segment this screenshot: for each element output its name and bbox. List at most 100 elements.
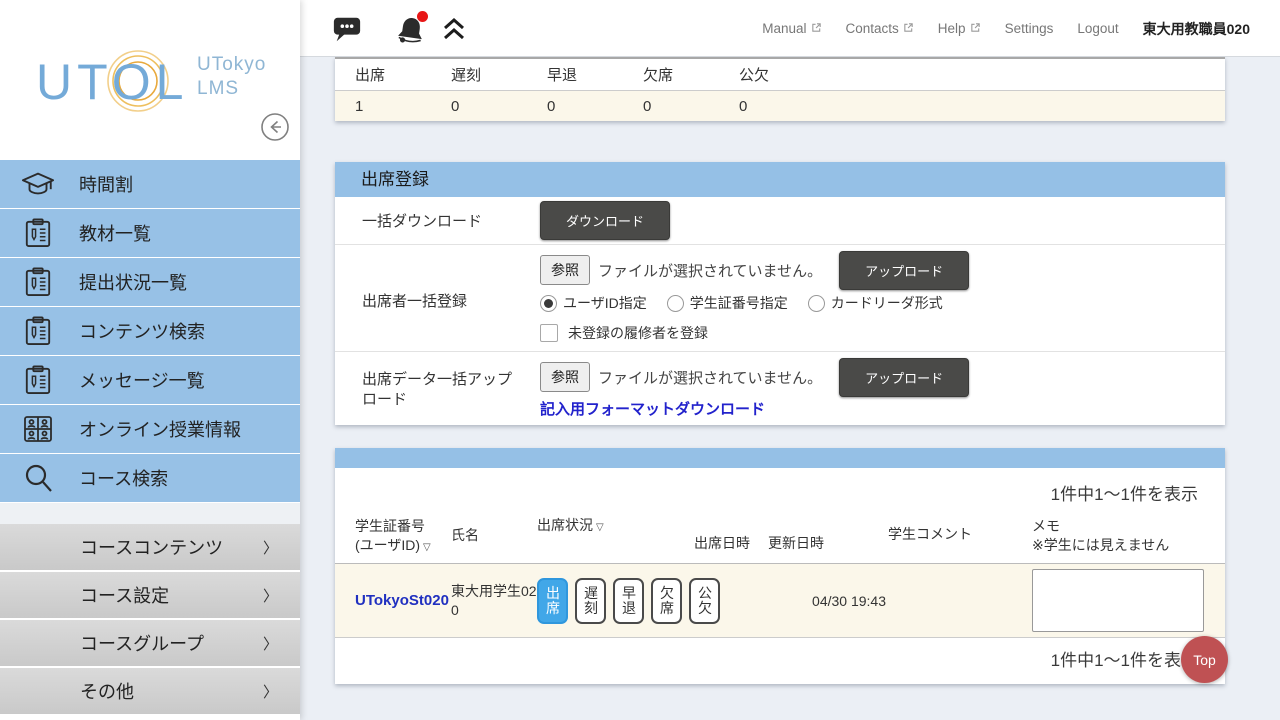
- bell-icon: [395, 34, 427, 49]
- sidebar-item-label: その他: [80, 678, 134, 704]
- messages-button[interactable]: [332, 14, 362, 47]
- status-button-group: 出席 遅刻 早退 欠席 公欠: [537, 578, 694, 624]
- browse-button[interactable]: 参照: [540, 255, 590, 285]
- memo-input[interactable]: [1032, 569, 1204, 632]
- no-file-selected-text: ファイルが選択されていません。: [598, 367, 822, 388]
- bulk-download-label: 一括ダウンロード: [335, 210, 540, 231]
- register-unregistered-label: 未登録の履修者を登録: [568, 323, 708, 343]
- student-name: 東大用学生020: [451, 582, 537, 618]
- column-update-time: 更新日時: [768, 534, 888, 553]
- radio-card-reader-label: カードリーダ形式: [831, 293, 943, 313]
- notification-badge: [417, 11, 428, 22]
- status-early-leave-button[interactable]: 早退: [613, 578, 644, 624]
- sidebar-item-content-search[interactable]: コンテンツ検索: [0, 307, 300, 356]
- summary-header-present: 出席: [335, 64, 431, 85]
- logout-link[interactable]: Logout: [1077, 21, 1118, 36]
- sidebar-item-others[interactable]: その他 〉: [0, 668, 300, 716]
- sidebar-item-online-class-info[interactable]: オンライン授業情報: [0, 405, 300, 454]
- sidebar-item-label: コースコンテンツ: [80, 534, 223, 560]
- summary-value-row: 1 0 0 0 0: [335, 90, 1225, 121]
- status-excused-button[interactable]: 公欠: [689, 578, 720, 624]
- column-status[interactable]: 出席状況▽: [537, 516, 694, 535]
- data-bulk-upload-row: 出席データ一括アップロード 参照 ファイルが選択されていません。 アップロード …: [335, 352, 1225, 425]
- graduation-cap-icon: [21, 169, 55, 199]
- radio-user-id[interactable]: [540, 295, 557, 312]
- sidebar-item-label: オンライン授業情報: [79, 416, 241, 442]
- username-label: 東大用教職員020: [1143, 19, 1250, 39]
- topbar-links: Manual Contacts Help Se: [762, 0, 1250, 57]
- sidebar-item-label: 教材一覧: [79, 220, 151, 246]
- sidebar-collapse-button[interactable]: [260, 112, 290, 142]
- sidebar-item-materials[interactable]: 教材一覧: [0, 209, 300, 258]
- collapse-header-button[interactable]: [441, 17, 467, 44]
- attendee-bulk-register-row: 出席者一括登録 参照 ファイルが選択されていません。 アップロード ユーザID指…: [335, 245, 1225, 352]
- table-header-bar: [335, 448, 1225, 468]
- sidebar-item-course-group[interactable]: コースグループ 〉: [0, 620, 300, 668]
- status-present-button[interactable]: 出席: [537, 578, 568, 624]
- register-unregistered-checkbox[interactable]: [540, 324, 558, 342]
- sidebar-item-timetable[interactable]: 時間割: [0, 160, 300, 209]
- sidebar-divider: [0, 503, 300, 524]
- manual-link[interactable]: Manual: [762, 21, 821, 36]
- radio-student-number-label: 学生証番号指定: [690, 293, 788, 313]
- external-link-icon: [970, 21, 981, 36]
- speech-bubble-icon: [332, 32, 362, 47]
- summary-value-absent: 0: [623, 98, 719, 115]
- attendee-bulk-controls: 参照 ファイルが選択されていません。 アップロード ユーザID指定 学生証番号指…: [540, 253, 969, 347]
- topbar: Manual Contacts Help Se: [300, 0, 1280, 57]
- sidebar-item-submission-status[interactable]: 提出状況一覧: [0, 258, 300, 307]
- status-late-button[interactable]: 遅刻: [575, 578, 606, 624]
- settings-link[interactable]: Settings: [1005, 21, 1054, 36]
- help-link[interactable]: Help: [938, 21, 981, 36]
- bulk-download-row: 一括ダウンロード ダウンロード: [335, 197, 1225, 245]
- sidebar-item-course-search[interactable]: コース検索: [0, 454, 300, 503]
- result-count-top: 1件中1〜1件を表示: [335, 468, 1225, 502]
- sidebar-item-messages[interactable]: メッセージ一覧: [0, 356, 300, 405]
- utol-logo: UTOL: [32, 42, 222, 117]
- update-time-cell: 04/30 19:43: [768, 593, 888, 609]
- upload-button[interactable]: アップロード: [839, 358, 969, 397]
- contacts-link[interactable]: Contacts: [846, 21, 914, 36]
- scroll-to-top-button[interactable]: Top: [1181, 636, 1228, 683]
- clipboard-icon: [21, 267, 55, 297]
- sidebar-item-label: 提出状況一覧: [79, 269, 187, 295]
- sidebar-item-label: コンテンツ検索: [79, 318, 205, 344]
- summary-value-late: 0: [431, 98, 527, 115]
- notifications-button[interactable]: [395, 14, 427, 49]
- radio-card-reader[interactable]: [808, 295, 825, 312]
- sort-icon: ▽: [423, 542, 431, 553]
- summary-value-present: 1: [335, 98, 431, 115]
- table-row: UTokyoSt020 東大用学生020 出席 遅刻 早退 欠席 公欠 04/3…: [335, 563, 1225, 638]
- data-bulk-upload-controls: 参照 ファイルが選択されていません。 アップロード 記入用フォーマットダウンロー…: [540, 360, 969, 419]
- attendance-registration-panel: 出席登録 一括ダウンロード ダウンロード 出席者一括登録 参照 ファイルが選択さ…: [335, 162, 1225, 425]
- chevron-right-icon: 〉: [263, 681, 278, 702]
- double-chevron-up-icon: [441, 29, 467, 44]
- data-bulk-upload-label: 出席データ一括アップロード: [335, 360, 540, 419]
- summary-header-early-leave: 早退: [527, 64, 623, 85]
- student-id-link[interactable]: UTokyoSt020: [355, 592, 451, 609]
- sidebar-item-course-settings[interactable]: コース設定 〉: [0, 572, 300, 620]
- format-download-link[interactable]: 記入用フォーマットダウンロード: [540, 398, 765, 419]
- summary-header-late: 遅刻: [431, 64, 527, 85]
- attendance-summary-table: 出席 遅刻 早退 欠席 公欠 1 0 0 0 0: [335, 57, 1225, 121]
- column-attend-time: 出席日時: [694, 534, 768, 553]
- clipboard-icon: [21, 365, 55, 395]
- upload-button[interactable]: アップロード: [839, 251, 969, 290]
- chevron-right-icon: 〉: [263, 633, 278, 654]
- svg-text:UTOL: UTOL: [36, 54, 188, 110]
- sidebar-item-course-contents[interactable]: コースコンテンツ 〉: [0, 524, 300, 572]
- clipboard-icon: [21, 316, 55, 346]
- chevron-right-icon: 〉: [263, 537, 278, 558]
- students-table-panel: 1件中1〜1件を表示 学生証番号 (ユーザID)▽ 氏名 出席状況▽ 出席日時 …: [335, 448, 1225, 684]
- sidebar-item-label: コース設定: [80, 582, 169, 608]
- column-student-id[interactable]: 学生証番号 (ユーザID)▽: [355, 517, 451, 555]
- logo-subtitle: UTokyo LMS: [197, 53, 266, 101]
- search-icon: [21, 463, 55, 493]
- logo-area: UTOL UTokyo LMS: [0, 0, 300, 160]
- radio-student-number[interactable]: [667, 295, 684, 312]
- browse-button[interactable]: 参照: [540, 362, 590, 392]
- download-button[interactable]: ダウンロード: [540, 201, 670, 240]
- external-link-icon: [903, 21, 914, 36]
- summary-header-absent: 欠席: [623, 64, 719, 85]
- status-absent-button[interactable]: 欠席: [651, 578, 682, 624]
